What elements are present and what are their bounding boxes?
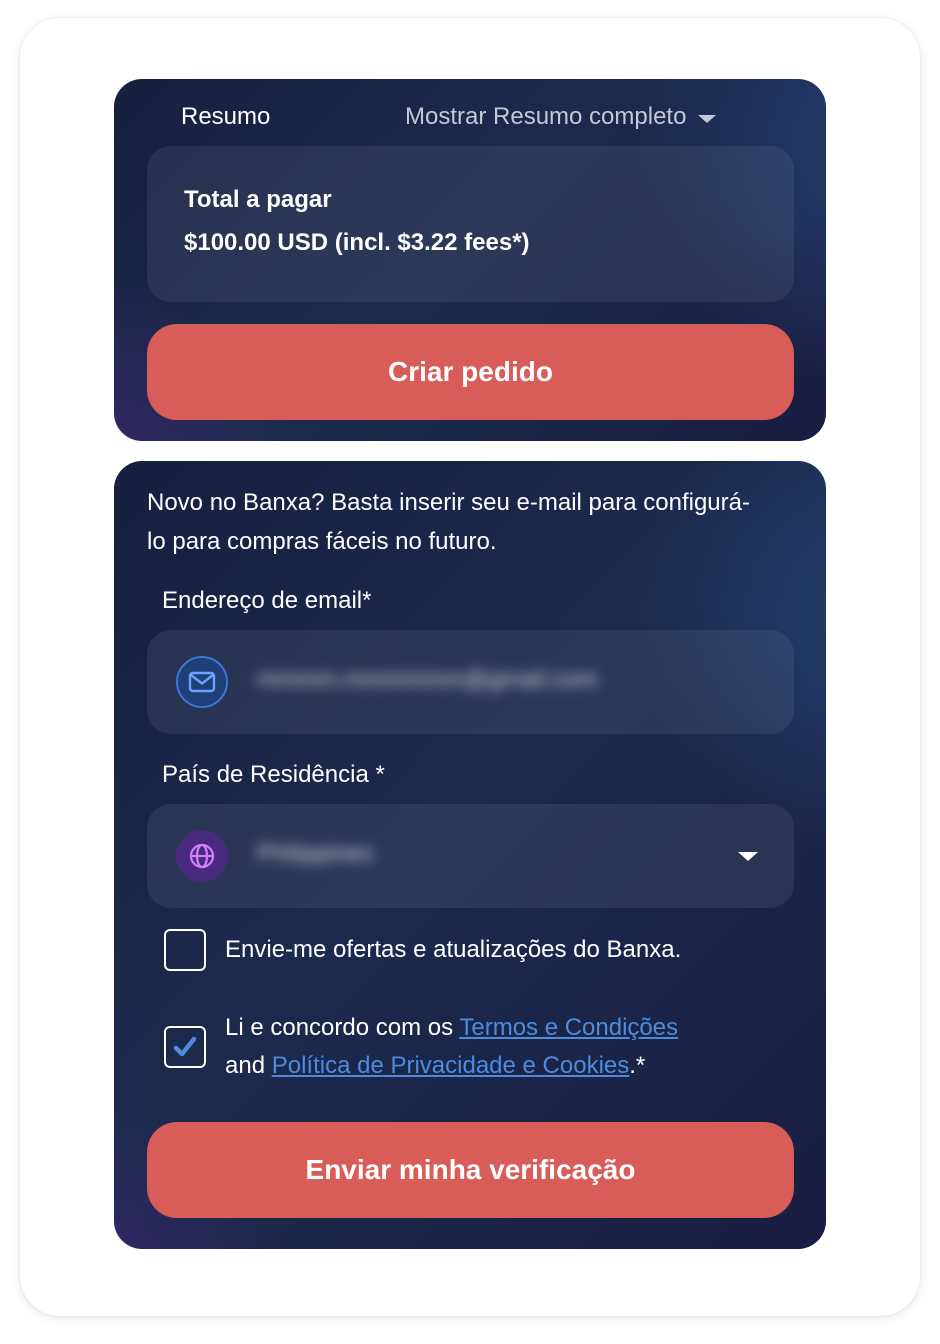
globe-icon bbox=[176, 830, 228, 882]
show-full-summary-toggle[interactable]: Mostrar Resumo completo bbox=[405, 103, 717, 131]
terms-checkbox[interactable] bbox=[164, 1026, 206, 1068]
terms-suffix: .* bbox=[629, 1052, 646, 1079]
terms-checkbox-label: Li e concordo com os Termos e Condições … bbox=[225, 1009, 678, 1085]
order-summary-card: Resumo Mostrar Resumo completo Total a p… bbox=[114, 79, 826, 441]
submit-verification-button[interactable]: Enviar minha verificação bbox=[147, 1122, 794, 1218]
total-box: Total a pagar $100.00 USD (incl. $3.22 f… bbox=[147, 146, 794, 302]
email-value: mmmm.mmmmmm@gmail.com bbox=[257, 666, 598, 693]
terms-link[interactable]: Termos e Condições bbox=[459, 1014, 678, 1041]
terms-middle: and bbox=[225, 1052, 272, 1079]
offers-checkbox-label: Envie-me ofertas e atualizações do Banxa… bbox=[225, 936, 682, 963]
country-select[interactable]: Philippines bbox=[147, 804, 794, 908]
offers-checkbox-row: Envie-me ofertas e atualizações do Banxa… bbox=[164, 929, 681, 971]
signup-form-card: Novo no Banxa? Basta inserir seu e-mail … bbox=[114, 461, 826, 1249]
create-order-button[interactable]: Criar pedido bbox=[147, 324, 794, 420]
mail-icon bbox=[176, 656, 228, 708]
total-value: $100.00 USD (incl. $3.22 fees*) bbox=[184, 229, 530, 256]
offers-checkbox[interactable] bbox=[164, 929, 206, 971]
country-value: Philippines bbox=[257, 840, 374, 867]
privacy-link[interactable]: Política de Privacidade e Cookies bbox=[272, 1052, 630, 1079]
chevron-down-icon bbox=[698, 115, 717, 123]
terms-checkbox-row: Li e concordo com os Termos e Condições … bbox=[164, 1009, 678, 1085]
intro-text: Novo no Banxa? Basta inserir seu e-mail … bbox=[147, 489, 750, 555]
email-label: Endereço de email* bbox=[162, 587, 372, 614]
country-label: País de Residência * bbox=[162, 761, 385, 788]
chevron-down-icon bbox=[738, 852, 758, 861]
checkmark-icon bbox=[173, 1036, 197, 1057]
summary-label: Resumo bbox=[181, 103, 271, 130]
email-field[interactable]: mmmm.mmmmmm@gmail.com bbox=[147, 630, 794, 734]
total-title: Total a pagar bbox=[184, 186, 332, 213]
show-full-summary-label: Mostrar Resumo completo bbox=[405, 103, 687, 130]
terms-prefix: Li e concordo com os bbox=[225, 1014, 460, 1041]
